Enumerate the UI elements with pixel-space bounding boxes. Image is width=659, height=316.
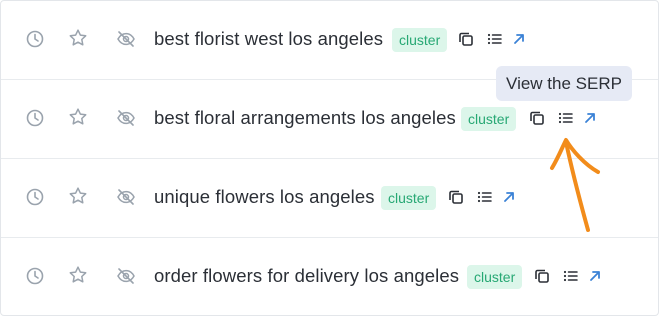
copy-icon[interactable] — [447, 188, 465, 206]
copy-icon[interactable] — [528, 109, 546, 127]
list-icon[interactable] — [476, 188, 494, 206]
star-icon[interactable] — [68, 107, 88, 127]
list-icon[interactable] — [486, 30, 504, 48]
copy-icon[interactable] — [533, 267, 551, 285]
eye-off-icon[interactable] — [116, 29, 136, 49]
keyword-text[interactable]: best floral arrangements los angeles — [154, 105, 456, 131]
view-serp-tooltip: View the SERP — [496, 66, 632, 101]
cluster-badge[interactable]: cluster — [392, 28, 448, 52]
keyword-text[interactable]: order flowers for delivery los angeles — [154, 263, 459, 289]
list-icon[interactable] — [562, 267, 580, 285]
list-icon[interactable] — [557, 109, 575, 127]
external-link-icon[interactable] — [510, 30, 528, 48]
clock-icon[interactable] — [25, 108, 45, 128]
star-icon[interactable] — [68, 186, 88, 206]
external-link-icon[interactable] — [581, 109, 599, 127]
clock-icon[interactable] — [25, 187, 45, 207]
eye-off-icon[interactable] — [116, 108, 136, 128]
copy-icon[interactable] — [457, 30, 475, 48]
annotation-arrow — [550, 138, 600, 232]
external-link-icon[interactable] — [500, 188, 518, 206]
keyword-row: order flowers for delivery los angeles c… — [1, 238, 658, 316]
clock-icon[interactable] — [25, 29, 45, 49]
eye-off-icon[interactable] — [116, 187, 136, 207]
cluster-badge[interactable]: cluster — [461, 107, 517, 131]
cluster-badge[interactable]: cluster — [381, 186, 437, 210]
eye-off-icon[interactable] — [116, 266, 136, 286]
keyword-text[interactable]: unique flowers los angeles — [154, 184, 375, 210]
external-link-icon[interactable] — [586, 267, 604, 285]
star-icon[interactable] — [68, 28, 88, 48]
star-icon[interactable] — [68, 265, 88, 285]
keyword-text[interactable]: best florist west los angeles — [154, 26, 383, 52]
cluster-badge[interactable]: cluster — [467, 265, 523, 289]
clock-icon[interactable] — [25, 266, 45, 286]
